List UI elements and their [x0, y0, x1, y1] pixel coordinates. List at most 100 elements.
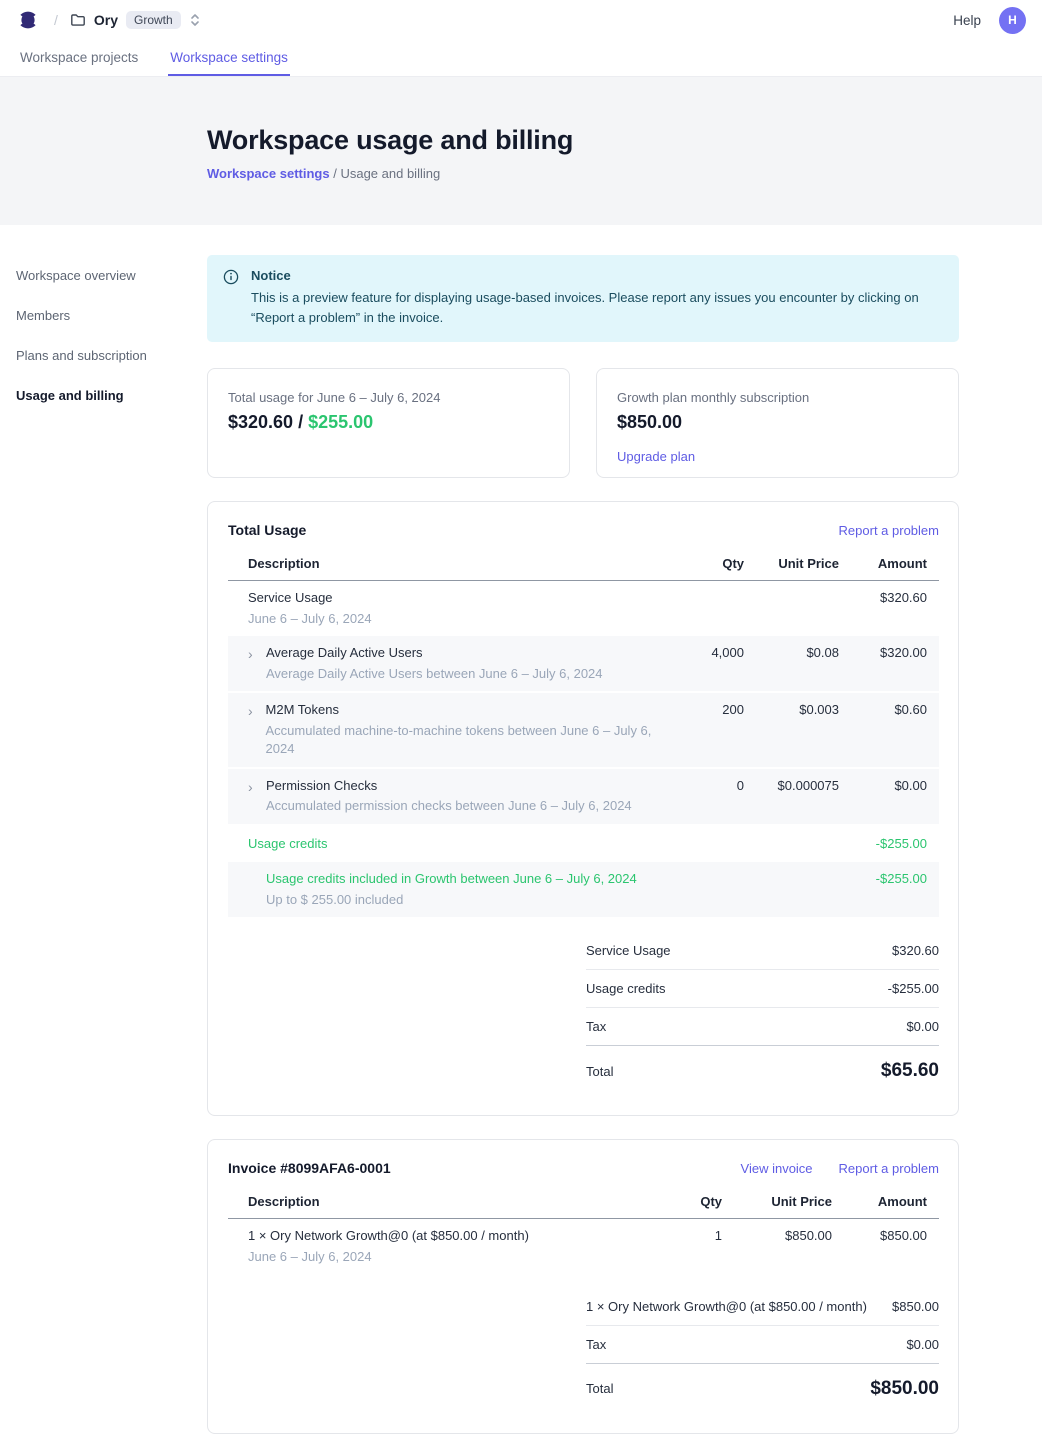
- summary-label: Total: [586, 1381, 613, 1396]
- sidebar-item-usage-and-billing[interactable]: Usage and billing: [16, 382, 207, 422]
- summary-value: $0.00: [906, 1337, 939, 1352]
- row-amount: $0.00: [839, 777, 927, 793]
- row-subtext: Average Daily Active Users between June …: [266, 665, 603, 683]
- row-subtext: Up to $ 255.00 included: [266, 891, 637, 909]
- folder-icon: [70, 12, 86, 28]
- breadcrumb-settings-link[interactable]: Workspace settings: [207, 166, 330, 181]
- breadcrumb: Workspace settings / Usage and billing: [207, 166, 1042, 181]
- row-unit-price: [744, 835, 839, 836]
- table-row-m2m-tokens: › M2M Tokens Accumulated machine-to-mach…: [228, 693, 939, 768]
- summary-row-total: Total $65.60: [586, 1045, 939, 1093]
- row-name: M2M Tokens: [266, 701, 664, 720]
- tab-workspace-settings[interactable]: Workspace settings: [168, 40, 290, 76]
- summary-row-tax: Tax $0.00: [586, 1326, 939, 1363]
- usage-table: Description Qty Unit Price Amount Servic…: [228, 556, 939, 919]
- sidebar-item-members[interactable]: Members: [16, 302, 207, 342]
- usage-summary: Service Usage $320.60 Usage credits -$25…: [566, 932, 939, 1093]
- info-icon: [223, 269, 239, 285]
- usage-table-header: Description Qty Unit Price Amount: [228, 556, 939, 581]
- help-link[interactable]: Help: [953, 13, 981, 28]
- chevron-right-icon[interactable]: ›: [248, 702, 258, 758]
- summary-row-total: Total $850.00: [586, 1363, 939, 1411]
- chevron-right-icon[interactable]: ›: [248, 645, 258, 683]
- row-amount: -$255.00: [839, 870, 927, 886]
- report-problem-link[interactable]: Report a problem: [839, 1161, 939, 1176]
- row-name: Service Usage: [248, 589, 372, 608]
- row-name: Average Daily Active Users: [266, 644, 603, 663]
- plan-label: Growth plan monthly subscription: [617, 390, 938, 405]
- total-usage-panel-title: Total Usage: [228, 522, 306, 538]
- invoice-summary: 1 × Ory Network Growth@0 (at $850.00 / m…: [566, 1288, 939, 1411]
- row-qty: 0: [664, 777, 744, 793]
- row-unit-price: $0.000075: [744, 777, 839, 793]
- total-usage-amount: $320.60 / $255.00: [228, 412, 549, 433]
- invoice-title: Invoice #8099AFA6-0001: [228, 1160, 391, 1176]
- total-usage-label: Total usage for June 6 – July 6, 2024: [228, 390, 549, 405]
- sidebar-item-plans-and-subscription[interactable]: Plans and subscription: [16, 342, 207, 382]
- summary-row-tax: Tax $0.00: [586, 1008, 939, 1045]
- ory-logo-icon[interactable]: [16, 8, 40, 32]
- col-amount: Amount: [839, 556, 927, 571]
- row-amount: $320.00: [839, 644, 927, 660]
- summary-row-service-usage: Service Usage $320.60: [586, 932, 939, 970]
- usage-credit-value: $255.00: [308, 412, 373, 432]
- usage-amount-separator: /: [293, 412, 308, 432]
- plan-subscription-card: Growth plan monthly subscription $850.00…: [596, 368, 959, 478]
- chevron-right-icon[interactable]: ›: [248, 778, 258, 816]
- settings-sidebar: Workspace overview Members Plans and sub…: [0, 255, 207, 1454]
- sidebar-item-workspace-overview[interactable]: Workspace overview: [16, 262, 207, 302]
- row-unit-price: $0.08: [744, 644, 839, 660]
- row-amount: $320.60: [839, 589, 927, 605]
- invoice-row-growth-plan: 1 × Ory Network Growth@0 (at $850.00 / m…: [228, 1219, 939, 1274]
- table-row-service-usage: Service Usage June 6 – July 6, 2024 $320…: [228, 581, 939, 636]
- col-qty: Qty: [664, 556, 744, 571]
- row-name: Permission Checks: [266, 777, 632, 796]
- summary-label: Tax: [586, 1019, 606, 1034]
- row-qty: [664, 870, 744, 871]
- row-amount: -$255.00: [839, 835, 927, 851]
- top-bar: / Ory Growth Help H: [0, 0, 1042, 40]
- row-unit-price: [744, 870, 839, 871]
- summary-total-value: $65.60: [881, 1060, 939, 1082]
- summary-label: Total: [586, 1064, 613, 1079]
- summary-row-usage-credits: Usage credits -$255.00: [586, 970, 939, 1008]
- row-subtext: Accumulated permission checks between Ju…: [266, 797, 632, 815]
- chevron-updown-icon: [189, 13, 201, 27]
- workspace-tabbar: Workspace projects Workspace settings: [0, 40, 1042, 77]
- breadcrumb-current: Usage and billing: [340, 166, 440, 181]
- upgrade-plan-link[interactable]: Upgrade plan: [617, 449, 695, 464]
- tab-workspace-projects[interactable]: Workspace projects: [18, 40, 140, 76]
- summary-value: -$255.00: [888, 981, 939, 996]
- row-subtext: June 6 – July 6, 2024: [248, 1248, 529, 1266]
- row-name: 1 × Ory Network Growth@0 (at $850.00 / m…: [248, 1227, 529, 1246]
- col-amount: Amount: [832, 1194, 927, 1209]
- col-unit-price: Unit Price: [744, 556, 839, 571]
- row-name: Usage credits: [248, 835, 327, 854]
- preview-notice: Notice This is a preview feature for dis…: [207, 255, 959, 342]
- invoice-panel: Invoice #8099AFA6-0001 View invoice Repo…: [207, 1139, 959, 1433]
- plan-amount: $850.00: [617, 412, 938, 433]
- table-row-usage-credits-detail: Usage credits included in Growth between…: [228, 862, 939, 919]
- row-qty: [664, 835, 744, 836]
- summary-label: 1 × Ory Network Growth@0 (at $850.00 / m…: [586, 1299, 867, 1314]
- summary-row-line-item: 1 × Ory Network Growth@0 (at $850.00 / m…: [586, 1288, 939, 1326]
- row-qty: 1: [652, 1227, 722, 1243]
- col-description: Description: [248, 556, 664, 571]
- report-problem-link[interactable]: Report a problem: [839, 523, 939, 538]
- row-unit-price: $850.00: [722, 1227, 832, 1243]
- table-row-permission-checks: › Permission Checks Accumulated permissi…: [228, 769, 939, 826]
- col-unit-price: Unit Price: [722, 1194, 832, 1209]
- workspace-switcher[interactable]: Ory Growth: [70, 11, 201, 29]
- summary-value: $0.00: [906, 1019, 939, 1034]
- notice-title: Notice: [251, 268, 933, 283]
- summary-value: $850.00: [892, 1299, 939, 1314]
- user-avatar[interactable]: H: [999, 7, 1026, 34]
- summary-label: Service Usage: [586, 943, 671, 958]
- page-title: Workspace usage and billing: [207, 125, 1042, 156]
- row-unit-price: $0.003: [744, 701, 839, 717]
- row-qty: [664, 589, 744, 590]
- view-invoice-link[interactable]: View invoice: [741, 1161, 813, 1176]
- row-unit-price: [744, 589, 839, 590]
- invoice-table: Description Qty Unit Price Amount 1 × Or…: [228, 1194, 939, 1274]
- workspace-name: Ory: [94, 12, 118, 28]
